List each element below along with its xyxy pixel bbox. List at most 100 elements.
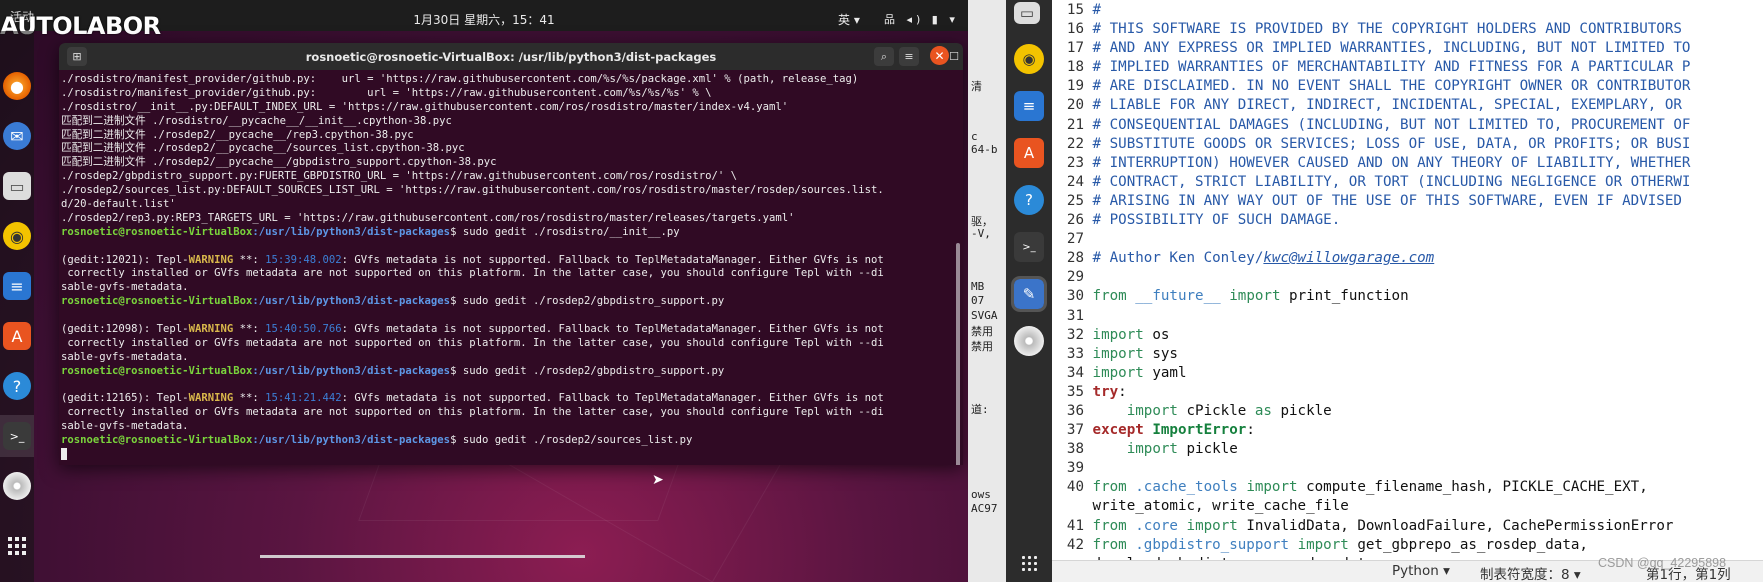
warning-sep: **: <box>233 323 266 336</box>
host-text-fragment: 清 <box>971 80 982 93</box>
host-text-fragment: c <box>971 130 978 143</box>
language-selector[interactable]: Python ▾ <box>1392 563 1450 579</box>
terminal-line: ./rosdep2/gbpdistro_support.py:FUERTE_GB… <box>61 170 959 184</box>
dock-files[interactable]: ▭ <box>0 165 34 207</box>
dock-software-r[interactable]: A <box>1014 138 1044 168</box>
host-text-fragment: SVGA <box>971 309 998 322</box>
terminal-line: sable-gvfs-metadata. <box>61 281 959 295</box>
input-method-indicator[interactable]: 英 ▾ <box>838 11 860 28</box>
terminal-window[interactable]: ⊞ rosnoetic@rosnoetic-VirtualBox: /usr/l… <box>59 43 963 465</box>
ubuntu-dock: ● ✉ ▭ ◉ ≡ A ? >_ <box>0 31 34 582</box>
terminal-scrollbar[interactable] <box>956 243 960 465</box>
help-icon: ? <box>1025 191 1033 209</box>
terminal-text: sable-gvfs-metadata. <box>61 350 189 363</box>
code-token: .gbpdistro_support <box>1135 536 1290 553</box>
code-token: pickle <box>1177 441 1238 458</box>
code-line: 23 # INTERRUPTION) HOWEVER CAUSED AND ON… <box>1052 154 1763 173</box>
terminal-line: (gedit:12165): Tepl-WARNING **: 15:41:21… <box>61 392 959 406</box>
prompt-user: rosnoetic@rosnoetic-VirtualBox <box>61 434 253 447</box>
panel-icon: ▭ <box>1019 4 1035 22</box>
code-comment: # ARISING IN ANY WAY OUT OF THE USE OF T… <box>1092 192 1682 209</box>
dock-writer[interactable]: ≡ <box>0 265 34 307</box>
dvd-icon <box>3 472 31 500</box>
code-token: from <box>1092 517 1127 534</box>
terminal-cursor[interactable] <box>61 448 67 461</box>
line-number: 36 <box>1066 402 1084 419</box>
line-number: 41 <box>1066 517 1084 534</box>
code-token: .core <box>1135 517 1178 534</box>
dock-help[interactable]: ? <box>0 365 34 407</box>
line-number: 34 <box>1066 364 1084 381</box>
line-number: 26 <box>1066 212 1084 229</box>
code-token: print_function <box>1280 288 1409 305</box>
terminal-headerbar[interactable]: ⊞ rosnoetic@rosnoetic-VirtualBox: /usr/l… <box>59 43 963 70</box>
software-icon: A <box>1023 144 1035 162</box>
terminal-line: ./rosdep2/rep3.py:REP3_TARGETS_URL = 'ht… <box>61 212 959 226</box>
code-line: 16 # THIS SOFTWARE IS PROVIDED BY THE CO… <box>1052 20 1763 39</box>
host-text-fragment: 64-b <box>971 143 998 156</box>
terminal-line: 匹配到二进制文件 ./rosdep2/__pycache__/sources_l… <box>61 142 959 156</box>
dock-dvd-r[interactable] <box>1014 326 1044 356</box>
prompt-path: :/usr/lib/python3/dist-packages <box>252 364 451 377</box>
dock-rhythmbox-r[interactable]: ◉ <box>1014 44 1044 74</box>
author-email-link[interactable]: kwc@willowgarage.com <box>1263 250 1434 266</box>
terminal-text: correctly installed or GVfs metadata are… <box>61 267 884 280</box>
dock-text-editor-r[interactable]: ✎ <box>1011 276 1047 312</box>
line-number: 35 <box>1066 383 1084 400</box>
prompt-user: rosnoetic@rosnoetic-VirtualBox <box>61 364 253 377</box>
code-line: 17 # AND ANY EXPRESS OR IMPLIED WARRANTI… <box>1052 39 1763 58</box>
warning-message: : GVfs metadata is not supported. Fallba… <box>341 323 884 336</box>
terminal-line: correctly installed or GVfs metadata are… <box>61 406 959 420</box>
dock-help-r[interactable]: ? <box>1014 185 1044 215</box>
search-button[interactable]: ⌕ <box>874 47 894 66</box>
line-number: 42 <box>1066 536 1084 553</box>
right-vm-dock: ▭ ◉ ≡ A ? >_ ✎ <box>1006 0 1052 582</box>
system-tray[interactable]: 品 ◂) ▮ ▾ <box>884 11 959 27</box>
dock-dvd[interactable] <box>0 465 34 507</box>
code-line: 18 # IMPLIED WARRANTIES OF MERCHANTABILI… <box>1052 58 1763 77</box>
host-text-fragment: 禁用 <box>971 340 993 353</box>
close-button[interactable]: ✕ <box>930 46 949 65</box>
line-number: 39 <box>1066 460 1084 477</box>
code-token: import <box>1092 326 1144 343</box>
terminal-text: ./rosdistro/__init__.py:DEFAULT_INDEX_UR… <box>61 100 789 113</box>
terminal-line: 匹配到二进制文件 ./rosdep2/__pycache__/gbpdistro… <box>61 156 959 170</box>
dock-writer-r[interactable]: ≡ <box>1014 91 1044 121</box>
writer-icon: ≡ <box>1022 97 1036 115</box>
dock-firefox[interactable]: ● <box>0 65 34 107</box>
terminal-line <box>61 448 959 462</box>
terminal-line: sable-gvfs-metadata. <box>61 420 959 434</box>
dock-thunderbird[interactable]: ✉ <box>0 115 34 157</box>
code-line: 25 # ARISING IN ANY WAY OUT OF THE USE O… <box>1052 192 1763 211</box>
dock-rhythmbox[interactable]: ◉ <box>0 215 34 257</box>
apps-grid-icon[interactable] <box>1022 556 1038 572</box>
code-line: 28 # Author Ken Conley/kwc@willowgarage.… <box>1052 249 1763 268</box>
terminal-line: 匹配到二进制文件 ./rosdep2/__pycache__/rep3.cpyt… <box>61 129 959 143</box>
code-line: 20 # LIABLE FOR ANY DIRECT, INDIRECT, IN… <box>1052 96 1763 115</box>
code-line: 40 from .cache_tools import compute_file… <box>1052 478 1763 497</box>
line-number: 25 <box>1066 192 1084 209</box>
tab-width-selector[interactable]: 制表符宽度：8 ▾ <box>1480 563 1581 582</box>
code-line: 26 # POSSIBILITY OF SUCH DAMAGE. <box>1052 211 1763 230</box>
code-view[interactable]: 15 #16 # THIS SOFTWARE IS PROVIDED BY TH… <box>1052 1 1763 560</box>
terminal-output[interactable]: ./rosdistro/manifest_provider/github.py:… <box>61 73 959 465</box>
dock-terminal-r[interactable]: >_ <box>1014 232 1044 262</box>
dock-software[interactable]: A <box>0 315 34 357</box>
dock-show-apps[interactable] <box>0 525 34 567</box>
dock-panel[interactable]: ▭ <box>1014 2 1040 24</box>
maximize-icon: ☐ <box>949 50 959 63</box>
gedit-editor[interactable]: 15 #16 # THIS SOFTWARE IS PROVIDED BY TH… <box>1052 0 1763 560</box>
firefox-icon: ● <box>3 72 31 100</box>
prompt-user: rosnoetic@rosnoetic-VirtualBox <box>61 225 253 238</box>
line-number: 16 <box>1066 21 1084 38</box>
maximize-button[interactable]: ☐ <box>947 47 961 66</box>
dock-terminal[interactable]: >_ <box>0 415 34 457</box>
line-number: 15 <box>1066 2 1084 18</box>
code-token: __future__ <box>1135 288 1221 305</box>
warning-level: WARNING <box>188 392 234 405</box>
terminal-text: correctly installed or GVfs metadata are… <box>61 406 884 419</box>
menu-button[interactable]: ≡ <box>899 47 919 66</box>
